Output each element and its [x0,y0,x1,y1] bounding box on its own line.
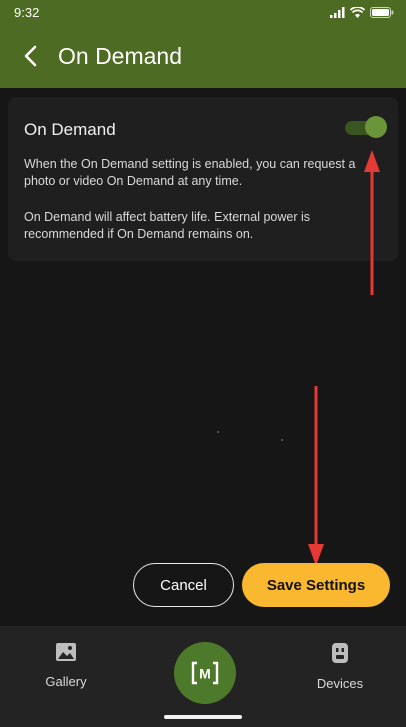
bottom-nav: Gallery M Devices [0,626,406,727]
artifact-dot [281,439,283,441]
center-home-button[interactable]: M [174,642,236,704]
status-icons [330,6,394,18]
app-bar: On Demand [0,24,406,88]
gallery-icon [56,643,76,661]
battery-icon [370,6,394,18]
setting-title: On Demand [24,120,116,139]
devices-label: Devices [316,676,364,691]
annotation-arrow-up-icon [364,150,380,295]
save-settings-button[interactable]: Save Settings [242,563,390,607]
nav-devices[interactable]: Devices [295,642,385,691]
brand-logo-letter: M [199,666,211,682]
status-bar: 9:32 [0,0,406,24]
gallery-label: Gallery [45,674,87,689]
annotation-arrow-down-icon [308,386,324,566]
cancel-button[interactable]: Cancel [133,563,234,607]
back-button[interactable] [8,34,52,78]
on-demand-card: On Demand When the On Demand setting is … [8,97,398,261]
page-title: On Demand [58,42,183,69]
setting-description: When the On Demand setting is enabled, y… [24,157,356,188]
on-demand-toggle[interactable] [345,116,387,138]
nav-gallery[interactable]: Gallery [21,642,111,689]
toggle-thumb [365,116,387,138]
home-indicator [164,715,242,719]
status-time: 9:32 [14,4,40,20]
devices-icon [332,643,348,663]
artifact-dot [217,431,219,433]
wifi-icon [350,6,365,18]
signal-icon [330,6,345,18]
back-arrow-icon [24,45,37,67]
battery-warning: On Demand will affect battery life. Exte… [24,210,311,241]
brand-logo-icon: M [191,661,219,685]
